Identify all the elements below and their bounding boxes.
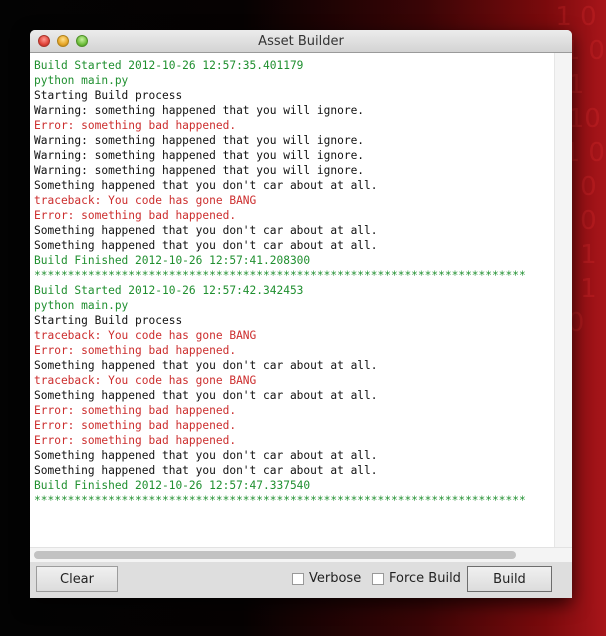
log-line-error: Error: something bad happened.	[34, 119, 237, 132]
log-line-normal: Something happened that you don't car ab…	[34, 449, 378, 462]
log-line-normal: Something happened that you don't car ab…	[34, 224, 378, 237]
log-line-normal: Warning: something happened that you wil…	[34, 164, 365, 177]
horizontal-scrollbar[interactable]	[30, 547, 572, 562]
log-line-error: Error: something bad happened.	[34, 434, 237, 447]
force-build-checkbox-box[interactable]	[372, 572, 384, 585]
horizontal-scroll-thumb[interactable]	[34, 551, 516, 559]
log-line-error: Error: something bad happened.	[34, 344, 237, 357]
build-button[interactable]: Build	[467, 566, 552, 592]
log-line-error: traceback: You code has gone BANG	[34, 374, 257, 387]
log-line-info: python main.py	[34, 74, 129, 87]
verbose-label: Verbose	[309, 571, 362, 586]
log-line-info: ****************************************…	[34, 494, 526, 507]
log-line-normal: Something happened that you don't car ab…	[34, 179, 378, 192]
log-line-info: ****************************************…	[34, 269, 526, 282]
build-log: Build Started 2012-10-26 12:57:35.401179…	[30, 53, 554, 508]
log-line-normal: Warning: something happened that you wil…	[34, 134, 365, 147]
log-line-info: Build Started 2012-10-26 12:57:42.342453	[34, 284, 304, 297]
log-line-error: Error: something bad happened.	[34, 404, 237, 417]
log-line-info: python main.py	[34, 299, 129, 312]
log-line-error: Error: something bad happened.	[34, 209, 237, 222]
title-bar[interactable]: Asset Builder	[30, 30, 572, 53]
force-build-checkbox[interactable]: Force Build	[372, 571, 461, 586]
log-line-normal: Warning: something happened that you wil…	[34, 149, 365, 162]
bottom-toolbar: Clear Verbose Force Build Build	[30, 562, 572, 598]
log-line-info: Build Finished 2012-10-26 12:57:41.20830…	[34, 254, 311, 267]
log-line-normal: Warning: something happened that you wil…	[34, 104, 365, 117]
log-line-normal: Starting Build process	[34, 89, 183, 102]
log-line-normal: Starting Build process	[34, 314, 183, 327]
log-line-normal: Something happened that you don't car ab…	[34, 359, 378, 372]
clear-button[interactable]: Clear	[36, 566, 118, 592]
build-output-console[interactable]: Build Started 2012-10-26 12:57:35.401179…	[30, 53, 554, 547]
force-build-label: Force Build	[389, 571, 461, 586]
vertical-scroll-track[interactable]	[554, 53, 572, 547]
log-line-normal: Something happened that you don't car ab…	[34, 389, 378, 402]
log-line-info: Build Started 2012-10-26 12:57:35.401179	[34, 59, 304, 72]
log-line-normal: Something happened that you don't car ab…	[34, 464, 378, 477]
asset-builder-window: Asset Builder Build Started 2012-10-26 1…	[30, 30, 572, 598]
log-line-error: traceback: You code has gone BANG	[34, 329, 257, 342]
log-line-normal: Something happened that you don't car ab…	[34, 239, 378, 252]
verbose-checkbox[interactable]: Verbose	[292, 571, 361, 586]
log-line-error: traceback: You code has gone BANG	[34, 194, 257, 207]
log-line-error: Error: something bad happened.	[34, 419, 237, 432]
log-line-info: Build Finished 2012-10-26 12:57:47.33754…	[34, 479, 311, 492]
window-title: Asset Builder	[258, 34, 344, 49]
verbose-checkbox-box[interactable]	[292, 572, 304, 585]
